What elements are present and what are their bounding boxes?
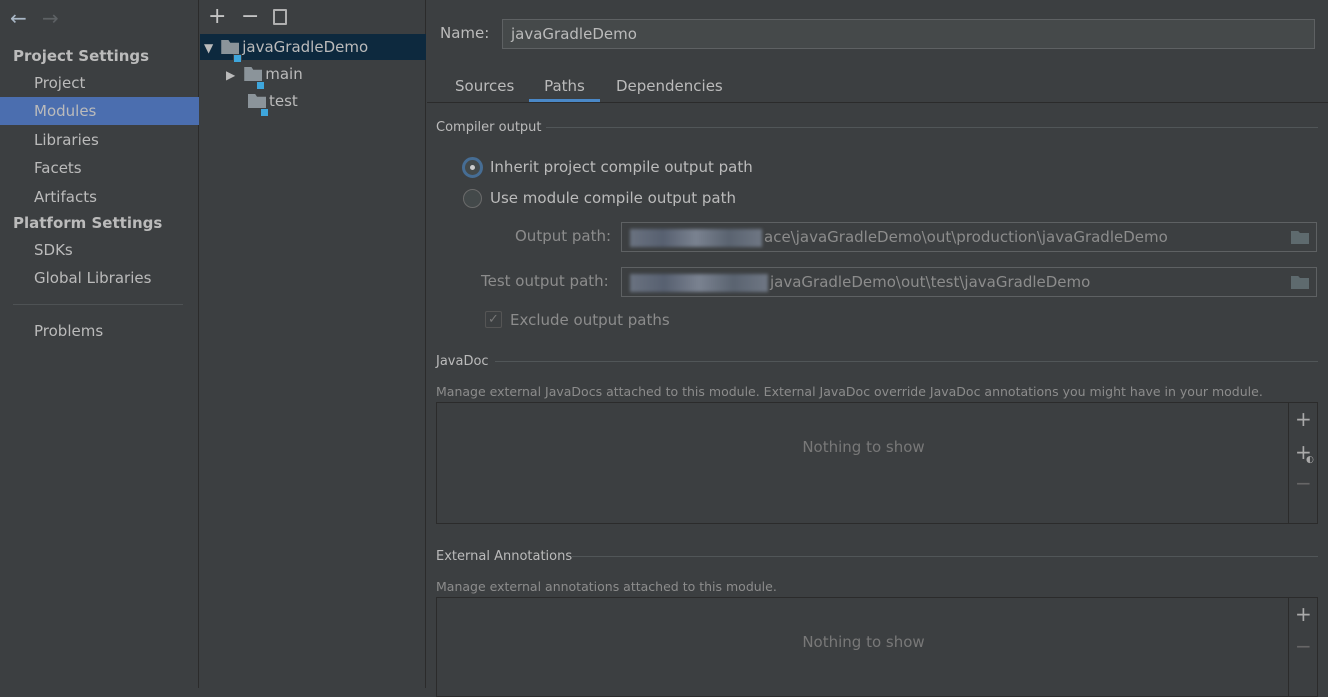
sidebar-item-artifacts[interactable]: Artifacts xyxy=(0,183,199,211)
sidebar-item-facets[interactable]: Facets xyxy=(0,154,199,182)
test-output-path-value: javaGradleDemo\out\test\javaGradleDemo xyxy=(770,273,1091,291)
settings-sidebar: ← → Project Settings Project Modules Lib… xyxy=(0,0,199,688)
use-module-label[interactable]: Use module compile output path xyxy=(490,189,736,207)
remove-icon[interactable]: − xyxy=(1295,636,1312,656)
browse-folder-icon[interactable] xyxy=(1291,276,1309,289)
javadoc-title: JavaDoc xyxy=(436,354,489,369)
sidebar-item-modules[interactable]: Modules xyxy=(0,97,199,125)
sidebar-item-problems[interactable]: Problems xyxy=(0,317,199,345)
project-settings-header: Project Settings xyxy=(13,47,150,65)
tree-node-root[interactable]: ▼ javaGradleDemo xyxy=(204,34,369,63)
use-module-radio[interactable] xyxy=(463,189,482,208)
add-url-icon[interactable]: + ◐ xyxy=(1295,442,1314,465)
annotations-list[interactable]: Nothing to show + − xyxy=(436,597,1318,697)
name-label: Name: xyxy=(440,24,490,42)
platform-settings-header: Platform Settings xyxy=(13,214,163,232)
expand-right-icon[interactable]: ▶ xyxy=(226,68,235,82)
tab-divider xyxy=(427,102,1328,103)
back-arrow-icon[interactable]: ← xyxy=(10,6,27,30)
add-icon[interactable]: + xyxy=(1295,604,1312,624)
tab-paths[interactable]: Paths xyxy=(529,72,600,102)
remove-icon[interactable]: − xyxy=(1295,473,1312,493)
divider xyxy=(546,127,1318,128)
annotations-toolbar: + − xyxy=(1288,598,1317,696)
inherit-radio[interactable] xyxy=(462,157,483,178)
remove-module-button[interactable]: − xyxy=(241,4,259,29)
sidebar-item-sdks[interactable]: SDKs xyxy=(0,236,199,264)
tree-node-label: javaGradleDemo xyxy=(242,38,369,56)
forward-arrow-icon[interactable]: → xyxy=(42,6,59,30)
output-path-label: Output path: xyxy=(515,227,612,245)
module-folder-icon xyxy=(248,88,269,117)
divider xyxy=(572,556,1318,557)
empty-text: Nothing to show xyxy=(802,633,925,651)
javadoc-hint: Manage external JavaDocs attached to thi… xyxy=(436,384,1263,399)
tree-node-test[interactable]: test xyxy=(248,88,298,117)
divider xyxy=(495,361,1318,362)
divider xyxy=(13,304,183,305)
tree-node-label: main xyxy=(265,65,303,83)
empty-text: Nothing to show xyxy=(802,438,925,456)
tree-node-label: test xyxy=(269,92,298,110)
name-input[interactable]: javaGradleDemo xyxy=(502,19,1315,49)
compiler-output-title: Compiler output xyxy=(436,120,542,135)
module-folder-icon xyxy=(221,34,243,63)
tree-node-main[interactable]: ▶ main xyxy=(226,61,303,90)
annotations-hint: Manage external annotations attached to … xyxy=(436,579,777,594)
inherit-label[interactable]: Inherit project compile output path xyxy=(490,158,753,176)
tab-dependencies[interactable]: Dependencies xyxy=(616,72,723,102)
exclude-checkbox[interactable]: ✓ xyxy=(485,311,502,328)
exclude-label[interactable]: Exclude output paths xyxy=(510,311,670,329)
redacted-text xyxy=(630,228,762,247)
sidebar-item-libraries[interactable]: Libraries xyxy=(0,126,199,154)
test-output-path-label: Test output path: xyxy=(481,272,609,290)
add-icon[interactable]: + xyxy=(1295,409,1312,429)
output-path-value: ace\javaGradleDemo\out\production\javaGr… xyxy=(764,228,1168,246)
javadoc-toolbar: + + ◐ − xyxy=(1288,403,1317,523)
sidebar-item-global-libraries[interactable]: Global Libraries xyxy=(0,264,199,292)
module-tree-panel: + − ▼ javaGradleDemo ▶ main test xyxy=(200,0,426,688)
module-folder-icon xyxy=(244,61,266,90)
copy-icon[interactable] xyxy=(273,9,287,25)
tab-sources[interactable]: Sources xyxy=(455,72,514,102)
redacted-text xyxy=(630,273,768,292)
add-module-button[interactable]: + xyxy=(208,4,226,29)
javadoc-list[interactable]: Nothing to show + + ◐ − xyxy=(436,402,1318,524)
output-path-input[interactable]: ace\javaGradleDemo\out\production\javaGr… xyxy=(621,222,1317,252)
external-annotations-title: External Annotations xyxy=(436,549,573,564)
sidebar-item-project[interactable]: Project xyxy=(0,69,199,97)
test-output-path-input[interactable]: javaGradleDemo\out\test\javaGradleDemo xyxy=(621,267,1317,297)
expand-down-icon[interactable]: ▼ xyxy=(204,41,213,55)
